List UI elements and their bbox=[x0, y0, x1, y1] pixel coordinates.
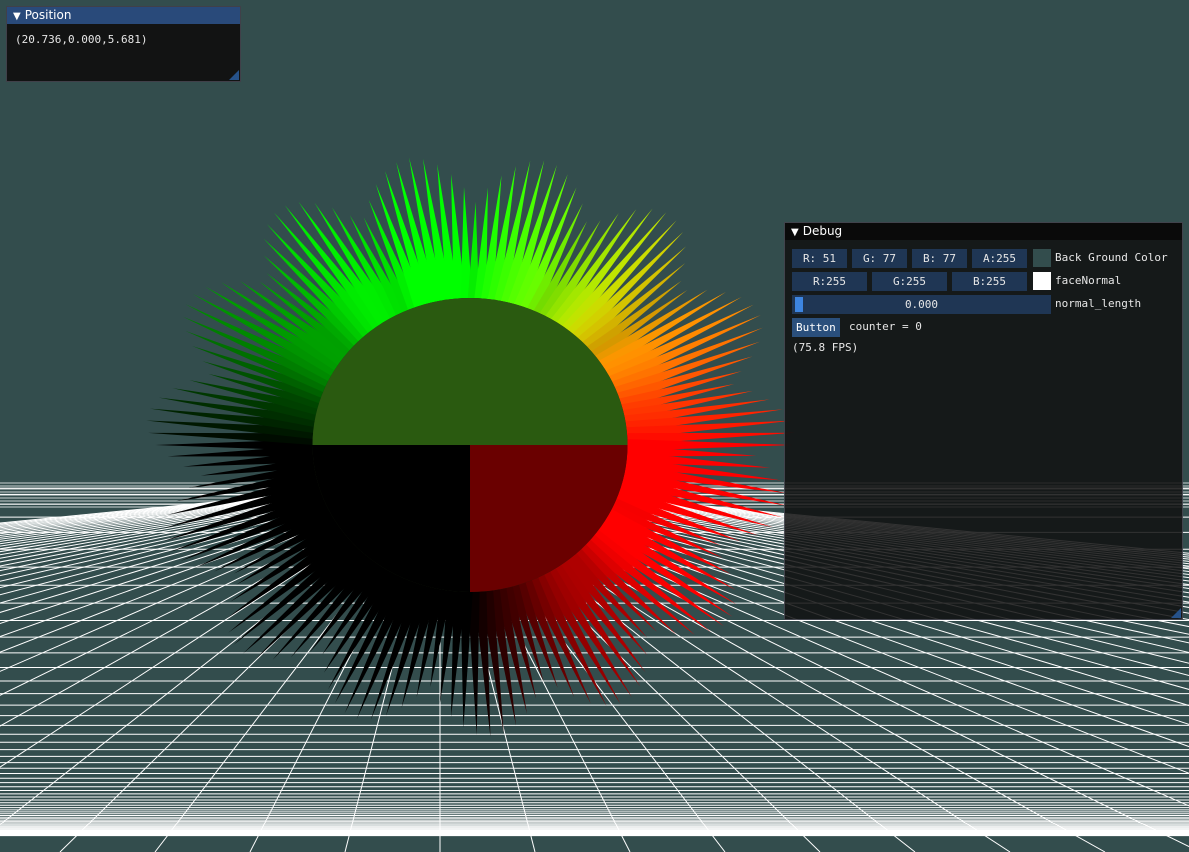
spiky-sphere-mesh bbox=[146, 157, 795, 737]
triangle-down-icon[interactable]: ▼ bbox=[791, 224, 799, 241]
position-readout: (20.736,0.000,5.681) bbox=[15, 33, 148, 46]
counter-text: counter = 0 bbox=[849, 320, 922, 333]
triangle-down-icon[interactable]: ▼ bbox=[13, 8, 21, 25]
face-normal-label: faceNormal bbox=[1055, 274, 1122, 287]
normal-length-label: normal_length bbox=[1055, 297, 1142, 310]
bg-color-a-drag[interactable]: A:255 bbox=[972, 249, 1027, 268]
normal-length-value: 0.000 bbox=[904, 298, 939, 311]
debug-window[interactable]: ▼ Debug R: 51 G: 77 B: 77 A:255 Back Grou… bbox=[784, 222, 1183, 620]
face-normal-b-drag[interactable]: B:255 bbox=[952, 272, 1027, 291]
bg-color-b-drag[interactable]: B: 77 bbox=[912, 249, 967, 268]
position-window[interactable]: ▼ Position (20.736,0.000,5.681) bbox=[6, 6, 241, 82]
debug-button[interactable]: Button bbox=[792, 318, 840, 337]
bg-color-swatch[interactable] bbox=[1033, 249, 1051, 267]
bg-color-g-drag[interactable]: G: 77 bbox=[852, 249, 907, 268]
bg-color-label: Back Ground Color bbox=[1055, 251, 1168, 264]
normal-length-slider[interactable]: 0.000 bbox=[792, 295, 1051, 314]
face-normal-g-drag[interactable]: G:255 bbox=[872, 272, 947, 291]
fps-text: (75.8 FPS) bbox=[792, 341, 859, 354]
resize-grip-icon[interactable] bbox=[229, 70, 239, 80]
resize-grip-icon[interactable] bbox=[1171, 608, 1181, 618]
position-window-title: Position bbox=[24, 8, 72, 22]
face-normal-r-drag[interactable]: R:255 bbox=[792, 272, 867, 291]
bg-color-r-drag[interactable]: R: 51 bbox=[792, 249, 847, 268]
face-normal-swatch[interactable] bbox=[1033, 272, 1051, 290]
debug-window-titlebar[interactable]: ▼ Debug bbox=[785, 223, 1182, 240]
debug-window-title: Debug bbox=[802, 224, 843, 238]
position-window-titlebar[interactable]: ▼ Position bbox=[7, 7, 240, 24]
